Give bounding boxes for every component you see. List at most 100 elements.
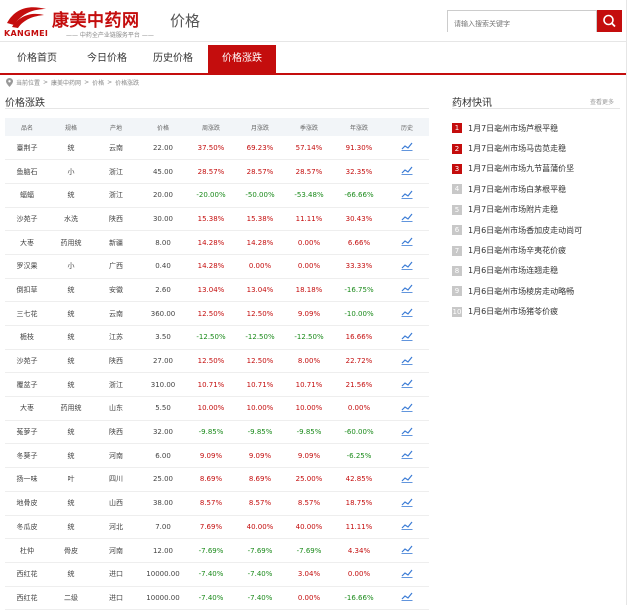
news-item[interactable]: 4 1月7日亳州市场白茅根平稳 [452,179,622,199]
table-row: 罗汉果小广西 0.40 14.28% 0.00% 0.00% 33.33% [5,254,429,279]
news-item[interactable]: 10 1月6日亳州市场猪苓价疲 [452,302,622,322]
tab-today-price[interactable]: 今日价格 [74,45,140,73]
history-trend-cell[interactable] [385,183,429,208]
history-trend-cell[interactable] [385,562,429,587]
history-trend-cell[interactable] [385,301,429,326]
herb-name-cell[interactable]: 冬瓜皮 [5,515,49,540]
breadcrumb-price[interactable]: 价格 [92,78,104,87]
news-item-link[interactable]: 1月7日亳州市场附片走稳 [468,204,558,215]
news-item-link[interactable]: 1月7日亳州市场九节菖蒲价坚 [468,163,574,174]
trend-chart-icon[interactable] [401,450,413,460]
news-item-link[interactable]: 1月7日亳州市场马齿苋走稳 [468,143,566,154]
history-trend-cell[interactable] [385,396,429,421]
trend-chart-icon[interactable] [401,142,413,151]
trend-chart-icon[interactable] [401,521,413,531]
column-header-name: 品名 [5,118,49,136]
herb-name-cell[interactable]: 地骨皮 [5,491,49,516]
trend-chart-icon[interactable] [401,403,413,412]
trend-chart-icon[interactable] [401,166,413,175]
breadcrumb-home[interactable]: 康美中药网 [51,78,81,87]
news-item[interactable]: 5 1月7日亳州市场附片走稳 [452,200,622,220]
trend-chart-icon[interactable] [401,474,413,483]
search-box[interactable] [447,10,597,34]
herb-name-cell[interactable]: 西红花 [5,562,49,587]
news-item[interactable]: 3 1月7日亳州市场九节菖蒲价坚 [452,159,622,179]
herb-name-cell[interactable]: 覆盆子 [5,372,49,398]
trend-chart-icon[interactable] [401,569,413,578]
history-trend-cell[interactable] [385,136,429,161]
trend-chart-icon[interactable] [401,237,413,246]
view-more-link[interactable]: 查看更多 [590,97,614,106]
news-item-link[interactable]: 1月6日亳州市场棱房走动略畅 [468,286,574,297]
trend-chart-icon[interactable] [401,427,413,436]
search-input[interactable] [448,14,596,34]
history-trend-cell[interactable] [385,420,429,445]
news-item-link[interactable]: 1月7日亳州市场芦根平稳 [468,123,558,134]
news-item-link[interactable]: 1月6日亳州市场香加皮走动尚可 [468,225,582,236]
news-item[interactable]: 9 1月6日亳州市场棱房走动略畅 [452,281,622,301]
year-change-cell: -60.00% [333,420,385,445]
search-button[interactable] [597,10,622,32]
herb-name-cell[interactable]: 沙苑子 [5,349,49,374]
herb-name-cell[interactable]: 杜仲 [5,538,49,563]
news-item[interactable]: 1 1月7日亳州市场芦根平稳 [452,118,622,138]
history-trend-cell[interactable] [385,349,429,374]
news-item[interactable]: 7 1月6日亳州市场辛夷花价疲 [452,240,622,260]
month-change-cell: 10.71% [235,372,285,398]
trend-chart-icon[interactable] [401,545,413,554]
herb-name-cell[interactable]: 冬葵子 [5,443,49,469]
herb-name-cell[interactable]: 扬一味 [5,467,49,492]
history-trend-cell[interactable] [385,491,429,516]
trend-chart-icon[interactable] [401,190,413,199]
news-item[interactable]: 2 1月7日亳州市场马齿苋走稳 [452,138,622,158]
history-trend-cell[interactable] [385,372,429,398]
history-trend-cell[interactable] [385,515,429,540]
trend-chart-icon[interactable] [401,592,413,602]
trend-chart-icon[interactable] [401,356,413,365]
news-item[interactable]: 8 1月6日亳州市场连翘走稳 [452,261,622,281]
history-trend-cell[interactable] [385,467,429,492]
history-trend-cell[interactable] [385,325,429,350]
news-item[interactable]: 6 1月6日亳州市场香加皮走动尚可 [452,220,622,240]
herb-name-cell[interactable]: 三七花 [5,301,49,326]
herb-name-cell[interactable]: 大枣 [5,230,49,255]
month-change-cell: 8.69% [235,467,285,492]
trend-chart-icon[interactable] [401,308,413,318]
history-trend-cell[interactable] [385,443,429,469]
herb-name-cell[interactable]: 蝠蝠 [5,183,49,208]
history-trend-cell[interactable] [385,278,429,303]
trend-chart-icon[interactable] [401,213,413,223]
history-trend-cell[interactable] [385,159,429,184]
month-change-cell: -9.85% [235,420,285,445]
herb-name-cell[interactable]: 臺荆子 [5,136,49,161]
tab-price-change[interactable]: 价格涨跌 [208,45,276,73]
herb-name-cell[interactable]: 栀枝 [5,325,49,350]
herb-name-cell[interactable]: 大枣 [5,396,49,421]
trend-chart-icon[interactable] [401,379,413,389]
herb-name-cell[interactable]: 沙苑子 [5,207,49,232]
trend-chart-icon[interactable] [401,284,413,294]
news-item-link[interactable]: 1月6日亳州市场连翘走稳 [468,265,558,276]
history-trend-cell[interactable] [385,230,429,255]
herb-name-cell[interactable]: 罗汉果 [5,254,49,279]
year-change-cell: 11.11% [333,515,385,540]
history-trend-cell[interactable] [385,538,429,563]
history-trend-cell[interactable] [385,207,429,232]
herb-name-cell[interactable]: 倒扣草 [5,278,49,303]
tab-history-price[interactable]: 历史价格 [140,45,206,73]
news-item-link[interactable]: 1月7日亳州市场白茅根平稳 [468,184,566,195]
herb-name-cell[interactable]: 菟萝子 [5,420,49,445]
trend-chart-icon[interactable] [401,332,413,341]
news-item-link[interactable]: 1月6日亳州市场辛夷花价疲 [468,245,566,256]
tab-price-home[interactable]: 价格首页 [0,45,74,73]
news-item-link[interactable]: 1月6日亳州市场猪苓价疲 [468,306,558,317]
herb-name-cell[interactable]: 西红花 [5,586,49,610]
herb-name-cell[interactable]: 鱼脑石 [5,159,49,184]
history-trend-cell[interactable] [385,586,429,610]
trend-chart-icon[interactable] [401,261,413,270]
trend-chart-icon[interactable] [401,498,413,507]
brand-name[interactable]: 康美中药网 [52,6,140,31]
history-trend-cell[interactable] [385,254,429,279]
kangmei-logo-icon[interactable] [4,3,50,29]
week-change-cell: 28.57% [187,159,235,184]
